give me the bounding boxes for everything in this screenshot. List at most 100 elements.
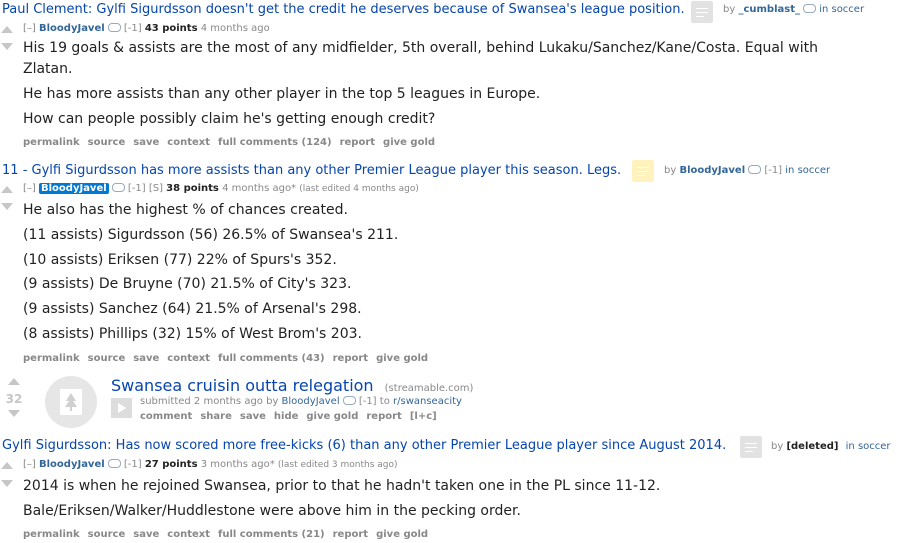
full-comments-button[interactable]: full comments (21) [218, 529, 325, 540]
hide-button[interactable]: hide [274, 411, 299, 422]
permalink-button[interactable]: permalink [23, 529, 80, 540]
context-button[interactable]: context [167, 137, 210, 148]
downvote-arrow[interactable] [8, 410, 20, 417]
give-gold-button[interactable]: give gold [376, 529, 428, 540]
downvote-arrow[interactable] [1, 43, 13, 50]
lc-button[interactable]: [l+c] [410, 411, 437, 422]
source-button[interactable]: source [88, 137, 126, 148]
self-post-icon[interactable] [740, 436, 762, 458]
permalink-button[interactable]: permalink [23, 353, 80, 364]
karma-badge: [-1] [764, 165, 783, 176]
karma-badge: [-1] [123, 23, 142, 34]
comment-text: Zlatan. [23, 61, 73, 77]
edited-label: (last edited 3 months ago) [277, 460, 398, 470]
comment-points: 27 points [144, 459, 198, 470]
give-gold-button[interactable]: give gold [306, 411, 358, 422]
comment-buttons: permalink source save context full comments … [23, 529, 436, 540]
comment-time: 4 months ago* [222, 183, 297, 194]
comment-buttons: permalink source save context full comments … [23, 137, 443, 148]
comment-meta: [–] BloodyJavel [-1] 43 points 4 months … [23, 22, 270, 34]
post-author[interactable]: BloodyJavel [679, 165, 745, 176]
upvote-arrow[interactable] [1, 186, 13, 193]
link-title[interactable]: Swansea cruisin outta relegation [111, 376, 374, 395]
comment-meta: [–] BloodyJavel [-1] [S] 38 points 4 mon… [23, 182, 419, 194]
mail-icon[interactable] [748, 164, 762, 174]
by-label: by [771, 441, 784, 452]
play-expando-icon[interactable] [111, 398, 132, 418]
link-domain[interactable]: (streamable.com) [385, 383, 474, 394]
save-button[interactable]: save [240, 411, 266, 422]
karma-badge: [-1] [358, 396, 377, 407]
mail-icon[interactable] [342, 395, 356, 405]
link-author[interactable]: BloodyJavel [282, 396, 340, 407]
post-author: [deleted] [786, 441, 839, 452]
separator: - [22, 163, 28, 178]
karma-badge: [-1] [127, 183, 146, 194]
comment-author[interactable]: BloodyJavel [39, 23, 105, 34]
self-post-icon[interactable] [632, 160, 654, 182]
report-button[interactable]: report [340, 137, 375, 148]
comment-text: (11 assists) Sigurdsson (56) 26.5% of Sw… [23, 227, 399, 243]
submitted-label: submitted 2 months ago by [140, 396, 279, 407]
give-gold-button[interactable]: give gold [376, 353, 428, 364]
context-button[interactable]: context [167, 353, 210, 364]
edited-label: (last edited 4 months ago) [299, 184, 419, 194]
save-button[interactable]: save [133, 529, 159, 540]
post-title-link[interactable]: Gylfi Sigurdsson has more assists than a… [32, 163, 622, 178]
link-score: 32 [5, 392, 23, 406]
report-button[interactable]: report [366, 411, 401, 422]
subreddit-label[interactable]: in soccer [819, 4, 864, 15]
mail-icon[interactable] [803, 3, 817, 13]
subreddit-link[interactable]: r/swanseacity [393, 396, 462, 407]
link-title-row: Swansea cruisin outta relegation (stream… [111, 376, 473, 395]
mail-icon[interactable] [111, 182, 125, 192]
collapse-toggle[interactable]: [–] [23, 459, 36, 470]
post-title-3[interactable]: Gylfi Sigurdsson: Has now scored more fr… [2, 438, 726, 453]
post-byline-1: by _cumblast_ in soccer [723, 3, 864, 15]
context-button[interactable]: context [167, 529, 210, 540]
post-byline-2: by BloodyJavel [-1] in soccer [664, 164, 830, 176]
full-comments-button[interactable]: full comments (124) [218, 137, 332, 148]
comment-text: Bale/Eriksen/Walker/Huddlestone were abo… [23, 503, 521, 519]
permalink-button[interactable]: permalink [23, 137, 80, 148]
link-tagline: submitted 2 months ago by BloodyJavel [-… [140, 395, 462, 407]
save-button[interactable]: save [133, 353, 159, 364]
tree-default-thumbnail-icon[interactable] [45, 376, 97, 428]
report-button[interactable]: report [333, 353, 368, 364]
downvote-arrow[interactable] [1, 480, 13, 487]
subreddit-label[interactable]: in soccer [785, 165, 830, 176]
comment-points: 38 points [166, 183, 219, 194]
self-post-icon[interactable] [691, 1, 713, 23]
post-title-2[interactable]: 11 - Gylfi Sigurdsson has more assists t… [2, 163, 621, 178]
post-title-1[interactable]: Paul Clement: Gylfi Sigurdsson doesn't g… [2, 2, 685, 17]
subreddit-label[interactable]: in soccer [846, 441, 891, 452]
comment-text: He also has the highest % of chances cre… [23, 202, 348, 218]
by-label: by [723, 4, 736, 15]
comment-text: (9 assists) Sanchez (64) 21.5% of Arsena… [23, 301, 362, 317]
save-button[interactable]: save [133, 137, 159, 148]
upvote-arrow[interactable] [1, 26, 13, 33]
collapse-toggle[interactable]: [–] [23, 23, 36, 34]
post-byline-3: by [deleted] in soccer [771, 441, 891, 452]
share-button[interactable]: share [200, 411, 232, 422]
by-label: by [664, 165, 677, 176]
comment-author[interactable]: BloodyJavel [39, 183, 109, 194]
source-button[interactable]: source [88, 529, 126, 540]
upvote-arrow[interactable] [8, 378, 20, 385]
downvote-arrow[interactable] [1, 203, 13, 210]
mail-icon[interactable] [107, 22, 121, 32]
flair-badge: [S] [148, 183, 163, 194]
comment-text: (8 assists) Phillips (32) 15% of West Br… [23, 326, 362, 342]
source-button[interactable]: source [88, 353, 126, 364]
collapse-toggle[interactable]: [–] [23, 183, 36, 194]
comment-button[interactable]: comment [140, 411, 192, 422]
full-comments-button[interactable]: full comments (43) [218, 353, 325, 364]
to-label: to [379, 396, 390, 407]
comment-author[interactable]: BloodyJavel [39, 459, 105, 470]
give-gold-button[interactable]: give gold [383, 137, 435, 148]
post-author[interactable]: _cumblast_ [738, 4, 800, 15]
comment-time: 3 months ago* [200, 459, 275, 470]
upvote-arrow[interactable] [1, 462, 13, 469]
report-button[interactable]: report [333, 529, 368, 540]
mail-icon[interactable] [107, 458, 121, 468]
